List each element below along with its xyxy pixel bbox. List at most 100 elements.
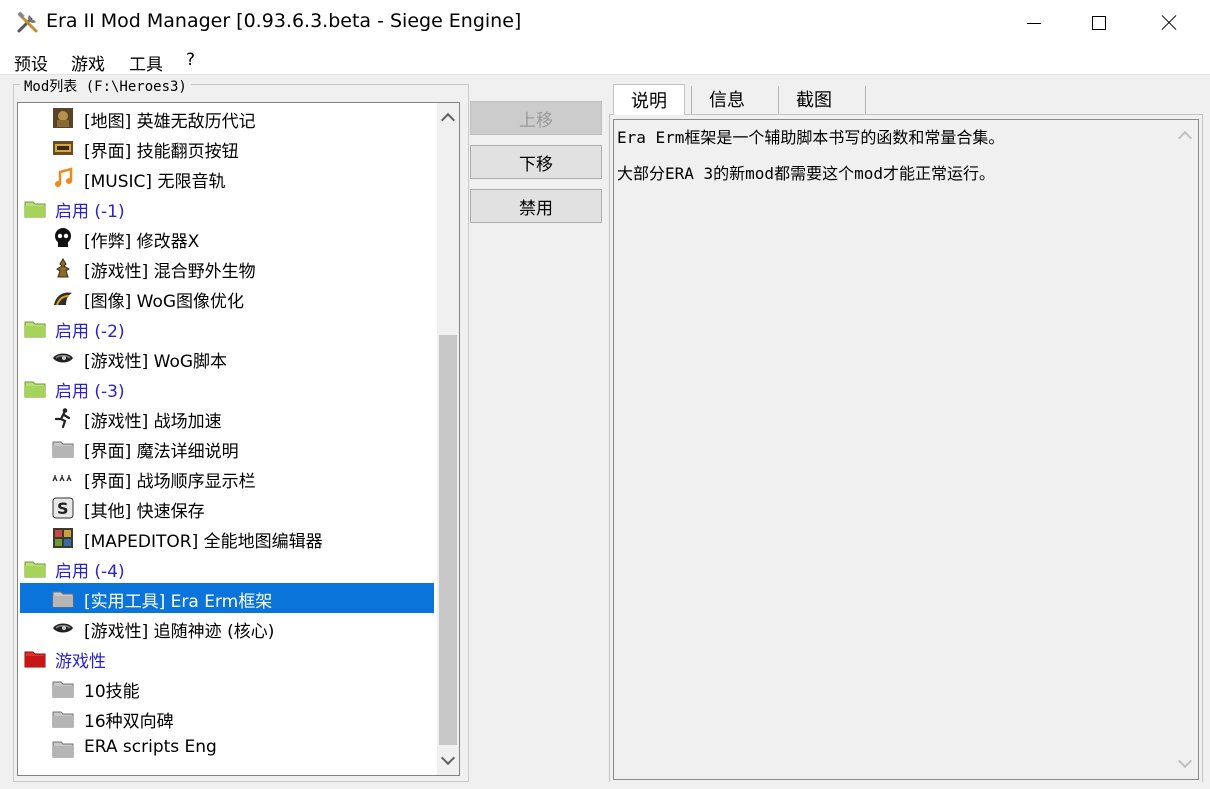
row-label: [图像] WoG图像优化: [84, 292, 245, 312]
folder-green-icon: [24, 557, 46, 579]
scroll-down-button[interactable]: [1172, 748, 1197, 778]
group-row[interactable]: 启用 (-3): [18, 373, 436, 403]
wog-eye-icon: [52, 347, 74, 369]
mod-row[interactable]: [界面] 战场顺序显示栏: [18, 463, 436, 493]
description-line: Era Erm框架是一个辅助脚本书写的函数和常量合集。: [617, 128, 1005, 147]
tab-description[interactable]: 说明: [613, 84, 685, 115]
title-bar: Era II Mod Manager [0.93.6.3.beta - Sieg…: [0, 0, 1210, 46]
mod-row[interactable]: [游戏性] WoG脚本: [18, 343, 436, 373]
row-label: 启用 (-3): [55, 382, 125, 402]
mod-list-label: Mod列表 (F:\Heroes3): [20, 76, 191, 96]
wog-graphics-icon: [52, 287, 74, 309]
mod-row[interactable]: [MAPEDITOR] 全能地图编辑器: [18, 523, 436, 553]
music-note-icon: [52, 167, 74, 189]
row-label: [游戏性] 混合野外生物: [84, 262, 256, 282]
chevron-down-icon: [1177, 753, 1192, 769]
tab-info[interactable]: 信息: [692, 84, 762, 114]
menu-tools[interactable]: 工具: [129, 50, 163, 75]
scroll-up-button[interactable]: [437, 103, 459, 133]
mod-row[interactable]: [游戏性] 追随神迹 (核心): [18, 613, 436, 643]
mod-row[interactable]: [界面] 技能翻页按钮: [18, 133, 436, 163]
row-label: 启用 (-1): [55, 202, 125, 222]
menu-game[interactable]: 游戏: [71, 50, 105, 75]
mod-row[interactable]: ERA scripts Eng: [18, 733, 436, 763]
description-line: 大部分ERA 3的新mod都需要这个mod才能正常运行。: [617, 164, 995, 183]
tab-divider: [865, 86, 866, 114]
svg-text:S: S: [57, 499, 69, 518]
status-bar: [0, 782, 1210, 789]
row-label: [游戏性] 战场加速: [84, 412, 222, 432]
row-label: ERA scripts Eng: [84, 737, 217, 757]
row-label: [游戏性] 追随神迹 (核心): [84, 622, 275, 642]
row-label: [界面] 魔法详细说明: [84, 442, 239, 462]
mod-row[interactable]: S [其他] 快速保存: [18, 493, 436, 523]
mod-list-scrollbar[interactable]: [437, 103, 459, 775]
mod-row[interactable]: 10技能: [18, 673, 436, 703]
menu-presets[interactable]: 预设: [14, 50, 48, 75]
folder-red-icon: [24, 647, 46, 669]
row-label: [MAPEDITOR] 全能地图编辑器: [84, 532, 323, 552]
folder-gray-icon: [52, 437, 74, 459]
row-label: [界面] 技能翻页按钮: [84, 142, 239, 162]
group-row[interactable]: 启用 (-2): [18, 313, 436, 343]
row-label: 10技能: [84, 682, 140, 702]
row-label: 启用 (-2): [55, 322, 125, 342]
tab-divider: [691, 86, 692, 114]
window-title: Era II Mod Manager [0.93.6.3.beta - Sieg…: [46, 10, 522, 32]
row-label: 启用 (-4): [55, 562, 125, 582]
chevron-up-icon: [1177, 130, 1192, 146]
mod-row[interactable]: [MUSIC] 无限音轨: [18, 163, 436, 193]
map-editor-icon: [52, 527, 74, 549]
skull-icon: [52, 227, 74, 249]
row-label: 16种双向碑: [84, 712, 174, 732]
mod-list[interactable]: [地图] 英雄无敌历代记 [界面] 技能翻页按钮 [MUSIC] 无限音轨启用 (-…: [17, 102, 460, 776]
mod-row[interactable]: [界面] 魔法详细说明: [18, 433, 436, 463]
scroll-thumb[interactable]: [439, 335, 457, 745]
move-down-button[interactable]: 下移: [470, 145, 602, 179]
map-chronicles-icon: [52, 107, 74, 129]
folder-gray-icon: [52, 707, 74, 729]
description-box[interactable]: [613, 119, 1199, 780]
mod-row[interactable]: [游戏性] 混合野外生物: [18, 253, 436, 283]
tools-icon: [17, 11, 38, 33]
folder-gray-icon: [52, 587, 74, 609]
folder-gray-icon: [52, 677, 74, 699]
menu-help[interactable]: ?: [186, 50, 195, 70]
maximize-button[interactable]: [1064, 0, 1134, 46]
creature-icon: [52, 257, 74, 279]
row-label: [其他] 快速保存: [84, 502, 205, 522]
mod-row[interactable]: [地图] 英雄无敌历代记: [18, 103, 436, 133]
mod-row[interactable]: [实用工具] Era Erm框架: [18, 583, 436, 613]
row-label: [实用工具] Era Erm框架: [84, 592, 273, 612]
folder-green-icon: [24, 197, 46, 219]
description-scrollbar[interactable]: [1172, 121, 1197, 778]
folder-green-icon: [24, 317, 46, 339]
menu-bar: 预设 游戏 工具 ?: [0, 46, 1210, 75]
chevron-down-icon: [440, 750, 456, 766]
mod-row[interactable]: [游戏性] 战场加速: [18, 403, 436, 433]
folder-gray-icon: [52, 737, 74, 759]
scroll-down-button[interactable]: [437, 745, 459, 775]
mod-row[interactable]: [图像] WoG图像优化: [18, 283, 436, 313]
queue-icon: [52, 467, 74, 489]
row-label: 游戏性: [55, 652, 106, 672]
close-button[interactable]: [1134, 0, 1204, 46]
move-up-button[interactable]: 上移: [470, 101, 602, 135]
mod-row[interactable]: [作弊] 修改器X: [18, 223, 436, 253]
folder-green-icon: [24, 377, 46, 399]
mod-row[interactable]: 16种双向碑: [18, 703, 436, 733]
chevron-up-icon: [440, 112, 456, 128]
wog-eye-icon: [52, 617, 74, 639]
group-row[interactable]: 启用 (-4): [18, 553, 436, 583]
skill-page-icon: [52, 137, 74, 159]
group-row[interactable]: 启用 (-1): [18, 193, 436, 223]
disable-button[interactable]: 禁用: [470, 189, 602, 223]
scroll-up-button[interactable]: [1172, 121, 1197, 151]
row-label: [MUSIC] 无限音轨: [84, 172, 226, 192]
maximize-icon: [1092, 16, 1106, 30]
tab-screenshots[interactable]: 截图: [779, 84, 849, 114]
minimize-button[interactable]: [999, 0, 1069, 46]
group-row[interactable]: 游戏性: [18, 643, 436, 673]
row-label: [作弊] 修改器X: [84, 232, 200, 252]
row-label: [游戏性] WoG脚本: [84, 352, 228, 372]
